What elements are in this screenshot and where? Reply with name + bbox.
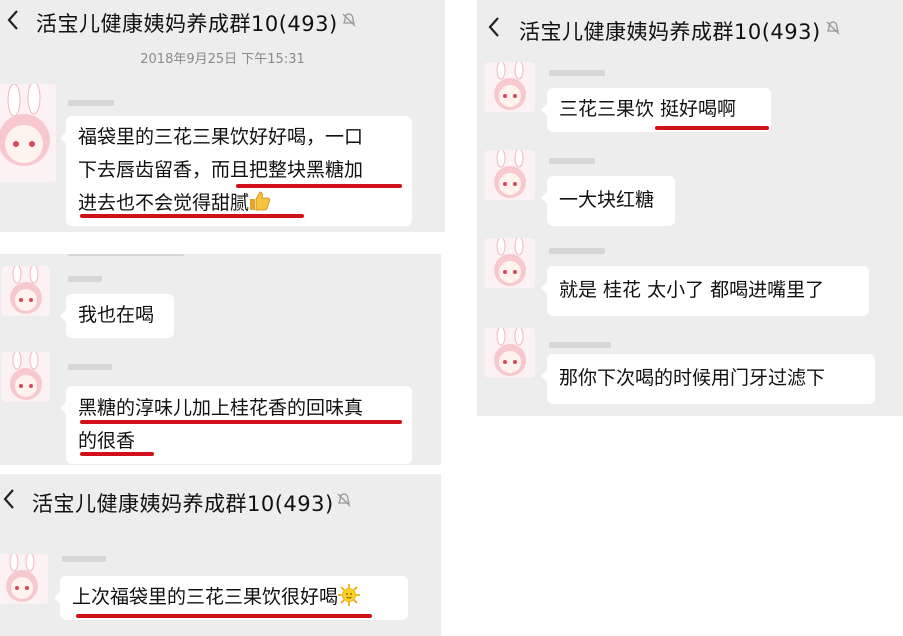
avatar[interactable] [0,84,56,182]
message-bubble[interactable]: 福袋里的三花三果饮好好喝，一口 下去唇齿留香，而且把整块黑糖加 进去也不会觉得甜… [60,116,412,226]
mute-bell-icon [826,21,840,35]
avatar[interactable] [485,150,535,200]
sender-nickname [68,100,114,106]
back-button[interactable] [6,9,20,35]
message-text-line: 就是 桂花 太小了 都喝进嘴里了 [559,279,825,301]
highlight-underline [236,184,402,188]
message-text-line: 三花三果饮 挺好喝啊 [559,98,737,120]
message-text-line: 福袋里的三花三果饮好好喝，一口 [78,126,364,148]
highlight-underline [655,126,769,130]
highlight-underline [80,452,154,456]
chat-panel-c: 活宝儿健康姨妈养成群10(493) 上次福袋里的三花三果饮很好喝 [0,474,441,636]
message-text-line: 我也在喝 [78,304,155,326]
highlight-underline [80,214,304,218]
avatar[interactable] [2,352,50,402]
message-timestamp: 2018年9月25日 下午15:31 [140,52,305,67]
avatar[interactable] [0,554,48,604]
message-text-line: 那你下次喝的时候用门牙过滤下 [559,367,826,389]
sender-nickname [62,556,106,562]
chat-panel-b: 活宝儿健康姨妈养成群10(493) 三花三果饮 挺好喝啊 一大块红糖 就是 桂花… [477,0,903,416]
message-text: 进去也不会觉得甜腻 [78,192,250,214]
message-text-line: 一大块红糖 [559,189,655,211]
chat-title: 活宝儿健康姨妈养成群10(493) [36,12,338,36]
back-button[interactable] [2,488,16,514]
back-button[interactable] [487,16,501,42]
message-text: 上次福袋里的三花三果饮很好喝 [72,586,339,608]
sender-nickname [68,364,112,370]
mute-bell-icon [337,493,351,507]
chevron-left-icon [7,10,18,30]
message-bubble[interactable]: 一大块红糖 [541,176,675,226]
chat-title: 活宝儿健康姨妈养成群10(493) [32,492,334,516]
avatar[interactable] [485,62,535,112]
highlight-underline [76,614,372,618]
sender-nickname [68,276,102,282]
chat-title: 活宝儿健康姨妈养成群10(493) [519,20,821,44]
chat-panel-a: 活宝儿健康姨妈养成群10(493) 2018年9月25日 下午15:31 福袋里… [0,0,445,232]
chevron-left-icon [488,17,499,37]
sender-nickname [549,70,605,76]
message-text-line: 上次福袋里的三花三果饮很好喝 [72,581,396,614]
sun-face-icon [338,584,361,606]
chat-header: 活宝儿健康姨妈养成群10(493) [0,0,445,42]
highlight-underline [80,420,402,424]
mute-bell-icon [342,13,356,27]
chat-header: 活宝儿健康姨妈养成群10(493) [0,474,441,516]
message-text-line: 下去唇齿留香，而且把整块黑糖加 [78,159,364,181]
message-bubble[interactable]: 我也在喝 [60,294,174,338]
sender-nickname [549,342,611,348]
chat-panel-a2: 我也在喝 黑糖的淳味儿加上桂花香的回味真 的很香 [0,254,441,465]
chat-header: 活宝儿健康姨妈养成群10(493) [477,0,903,44]
sender-nickname [68,254,184,256]
message-bubble[interactable]: 就是 桂花 太小了 都喝进嘴里了 [541,266,869,316]
avatar[interactable] [2,266,50,316]
message-bubble[interactable]: 那你下次喝的时候用门牙过滤下 [541,354,875,404]
chevron-left-icon [3,489,14,509]
sender-nickname [549,158,595,164]
sender-nickname [549,248,605,254]
avatar[interactable] [485,238,535,288]
avatar[interactable] [485,328,535,378]
thumbs-up-icon [250,191,271,211]
